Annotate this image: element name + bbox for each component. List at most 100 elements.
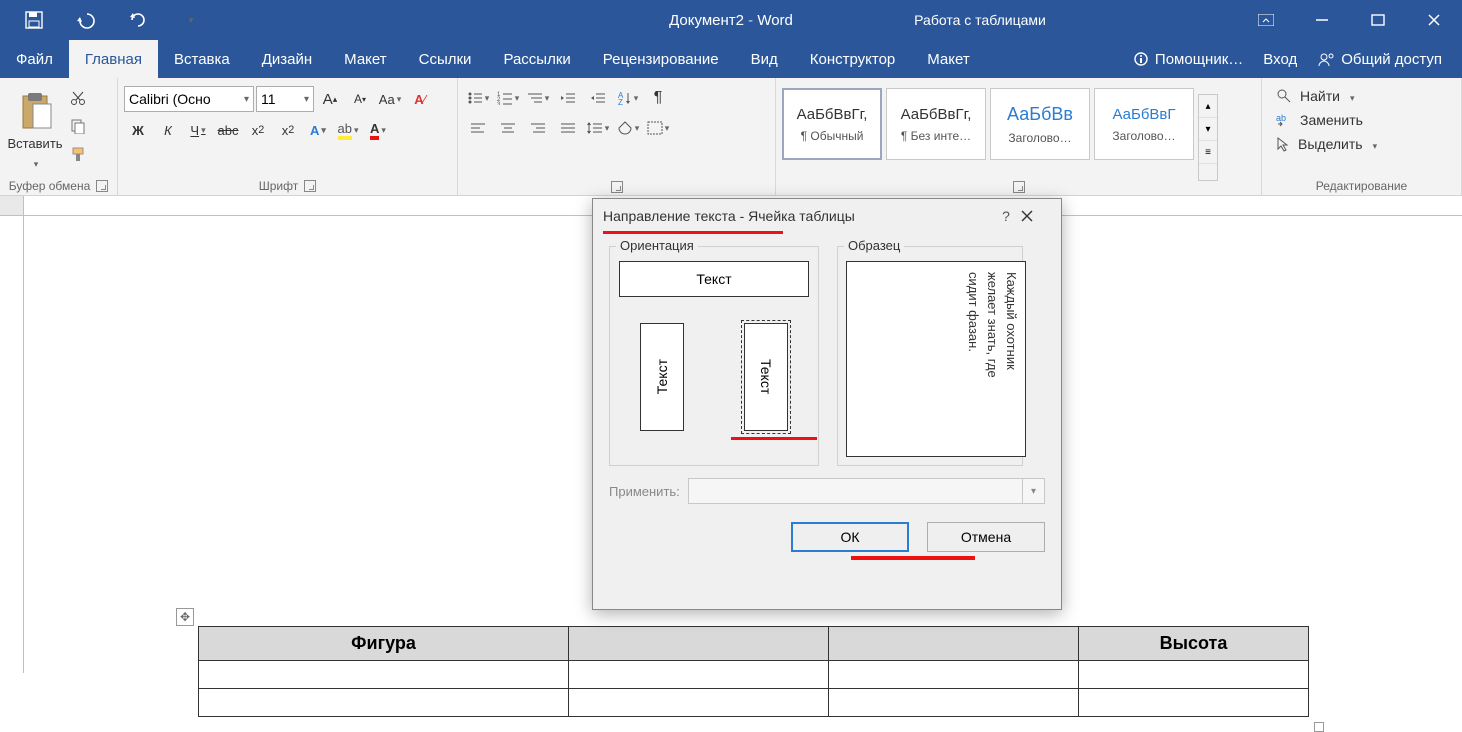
select-button[interactable]: Выделить	[1272, 134, 1381, 154]
sample-legend: Образец	[844, 238, 904, 253]
style-normal[interactable]: АаБбВвГг,¶ Обычный	[782, 88, 882, 160]
apply-to-combo[interactable]: ▾	[688, 478, 1045, 504]
paste-button[interactable]: Вставить	[6, 82, 64, 179]
borders-icon[interactable]	[644, 116, 672, 140]
table-tools-label: Работа с таблицами	[860, 12, 1100, 28]
font-color-icon[interactable]: A	[364, 118, 392, 142]
styles-launcher-icon[interactable]	[1013, 181, 1025, 193]
share-button[interactable]: Общий доступ	[1309, 51, 1450, 68]
table-header-2[interactable]	[569, 627, 829, 661]
text-direction-dialog: Направление текста - Ячейка таблицы ? Ор…	[592, 198, 1062, 610]
tab-home[interactable]: Главная	[69, 40, 158, 78]
undo-icon[interactable]	[60, 1, 112, 39]
strike-icon[interactable]: abc	[214, 118, 242, 142]
svg-text:ab: ab	[1276, 113, 1286, 123]
bullets-icon[interactable]	[464, 86, 492, 110]
save-icon[interactable]	[8, 1, 60, 39]
sample-line: Каждый охотник	[1004, 272, 1019, 446]
sort-icon[interactable]: AZ	[614, 86, 642, 110]
highlight-icon[interactable]: ab	[334, 118, 362, 142]
shrink-font-icon[interactable]: A▾	[346, 87, 374, 111]
paste-label: Вставить	[7, 136, 62, 151]
dialog-close-icon[interactable]	[1021, 210, 1051, 222]
numbering-icon[interactable]: 123	[494, 86, 522, 110]
multilevel-icon[interactable]	[524, 86, 552, 110]
tab-mailings[interactable]: Рассылки	[487, 40, 586, 78]
show-marks-icon[interactable]: ¶	[644, 86, 672, 110]
align-center-icon[interactable]	[494, 116, 522, 140]
tab-table-layout[interactable]: Макет	[911, 40, 985, 78]
sign-in[interactable]: Вход	[1255, 51, 1305, 68]
indent-icon[interactable]	[584, 86, 612, 110]
maximize-icon[interactable]	[1350, 1, 1406, 39]
orientation-horizontal[interactable]: Текст	[619, 261, 809, 297]
style-heading2[interactable]: АаБбВвГЗаголово…	[1094, 88, 1194, 160]
qat-customize-icon[interactable]	[164, 1, 216, 39]
group-clipboard-label: Буфер обмена	[9, 179, 91, 193]
table-resize-handle-icon[interactable]	[1314, 722, 1324, 732]
clipboard-icon	[17, 92, 53, 132]
align-right-icon[interactable]	[524, 116, 552, 140]
table-header-1[interactable]: Фигура	[199, 627, 569, 661]
cancel-button[interactable]: Отмена	[927, 522, 1045, 552]
text-effects-icon[interactable]: A	[304, 118, 332, 142]
copy-icon[interactable]	[64, 114, 92, 138]
subscript-icon[interactable]: x2	[244, 118, 272, 142]
redo-icon[interactable]	[112, 1, 164, 39]
shading-icon[interactable]	[614, 116, 642, 140]
find-button[interactable]: Найти	[1272, 86, 1381, 106]
orientation-vertical-down[interactable]: Текст	[744, 323, 788, 431]
style-heading1[interactable]: АаБбВвЗаголово…	[990, 88, 1090, 160]
ok-button[interactable]: ОК	[791, 522, 909, 552]
tab-file[interactable]: Файл	[0, 40, 69, 78]
outdent-icon[interactable]	[554, 86, 582, 110]
underline-button[interactable]: Ч	[184, 118, 212, 142]
align-left-icon[interactable]	[464, 116, 492, 140]
tab-layout[interactable]: Макет	[328, 40, 402, 78]
table-move-handle-icon[interactable]: ✥	[176, 608, 194, 626]
tab-design[interactable]: Дизайн	[246, 40, 328, 78]
font-launcher-icon[interactable]	[304, 180, 316, 192]
replace-button[interactable]: abЗаменить	[1272, 110, 1381, 130]
table-cell[interactable]	[199, 661, 569, 689]
table-header-3[interactable]	[829, 627, 1079, 661]
select-label: Выделить	[1298, 136, 1363, 152]
annotation-underline	[731, 437, 817, 440]
font-size-combo[interactable]: 11▾	[256, 86, 314, 112]
paragraph-launcher-icon[interactable]	[611, 181, 623, 193]
tab-insert[interactable]: Вставка	[158, 40, 246, 78]
table-cell[interactable]	[199, 689, 569, 717]
clear-format-icon[interactable]: A⁄	[406, 87, 434, 111]
ribbon-tabs: Файл Главная Вставка Дизайн Макет Ссылки…	[0, 40, 1462, 78]
tab-review[interactable]: Рецензирование	[587, 40, 735, 78]
ruler-vertical[interactable]	[0, 216, 24, 673]
bold-button[interactable]: Ж	[124, 118, 152, 142]
tell-me-label: Помощник…	[1155, 51, 1243, 68]
grow-font-icon[interactable]: A▴	[316, 87, 344, 111]
close-icon[interactable]	[1406, 1, 1462, 39]
minimize-icon[interactable]	[1294, 1, 1350, 39]
format-painter-icon[interactable]	[64, 142, 92, 166]
ribbon-display-icon[interactable]	[1238, 1, 1294, 39]
sample-group: Образец сидит фазан. желает знать, где К…	[837, 246, 1023, 466]
document-table[interactable]: Фигура Высота	[198, 626, 1309, 717]
superscript-icon[interactable]: x2	[274, 118, 302, 142]
italic-button[interactable]: К	[154, 118, 182, 142]
group-editing-label: Редактирование	[1316, 179, 1407, 193]
tab-references[interactable]: Ссылки	[403, 40, 488, 78]
tell-me[interactable]: Помощник…	[1125, 51, 1251, 68]
dialog-help-icon[interactable]: ?	[991, 208, 1021, 224]
cut-icon[interactable]	[64, 86, 92, 110]
change-case-icon[interactable]: Aa	[376, 87, 404, 111]
line-spacing-icon[interactable]	[584, 116, 612, 140]
sample-preview: сидит фазан. желает знать, где Каждый ох…	[846, 261, 1026, 457]
style-no-spacing[interactable]: АаБбВвГг,¶ Без инте…	[886, 88, 986, 160]
style-gallery-expand[interactable]: ▴▾≡	[1198, 94, 1218, 181]
font-name-combo[interactable]: Calibri (Осно▾	[124, 86, 254, 112]
justify-icon[interactable]	[554, 116, 582, 140]
tab-view[interactable]: Вид	[735, 40, 794, 78]
table-header-4[interactable]: Высота	[1079, 627, 1309, 661]
orientation-vertical-up[interactable]: Текст	[640, 323, 684, 431]
tab-table-design[interactable]: Конструктор	[794, 40, 912, 78]
clipboard-launcher-icon[interactable]	[96, 180, 108, 192]
